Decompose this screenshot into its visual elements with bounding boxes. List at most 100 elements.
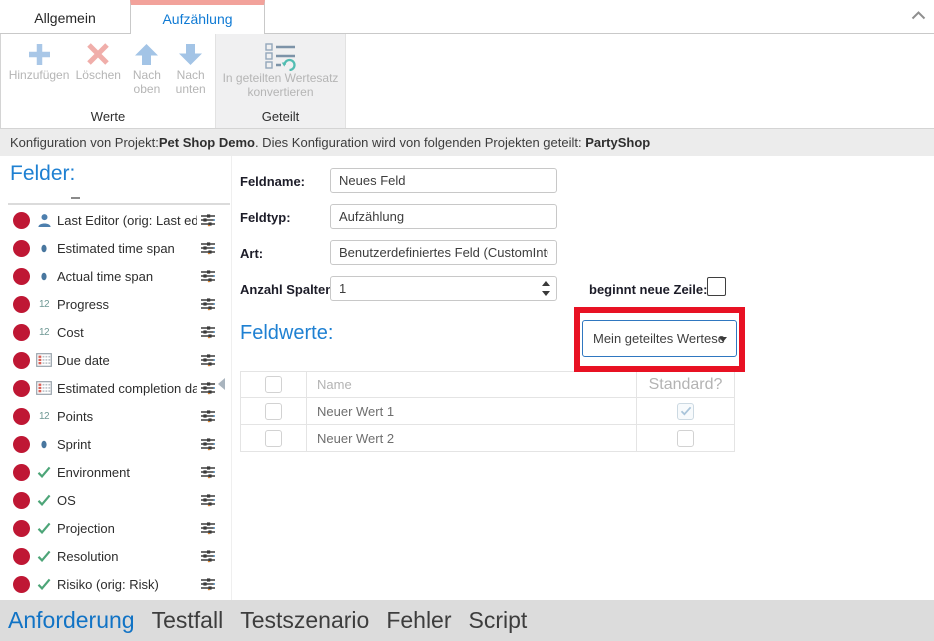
collapse-panel-handle[interactable] xyxy=(218,378,225,390)
ribbon-group-werte: Hinzufügen Löschen Nach oben xyxy=(1,34,216,128)
move-up-button[interactable]: Nach oben xyxy=(127,40,166,96)
group-label-werte: Werte xyxy=(1,109,215,124)
field-options-sliders-icon[interactable] xyxy=(199,296,217,312)
collapse-ribbon-button[interactable] xyxy=(911,7,926,25)
field-options-sliders-icon[interactable] xyxy=(199,380,217,396)
anzahl-spalten-input[interactable] xyxy=(330,276,557,301)
field-options-sliders-icon[interactable] xyxy=(199,240,217,256)
add-button[interactable]: Hinzufügen xyxy=(7,40,71,96)
value-table-row[interactable]: Neuer Wert 1 xyxy=(240,398,735,425)
field-options-sliders-icon[interactable] xyxy=(199,436,217,452)
feldtyp-input[interactable] xyxy=(330,204,557,229)
field-options-sliders-icon[interactable] xyxy=(199,212,217,228)
number-icon: 12 xyxy=(35,299,53,310)
tab-aufzaehlung[interactable]: Aufzählung xyxy=(130,0,265,34)
arrow-up-icon xyxy=(135,40,158,68)
splitter-grip[interactable] xyxy=(71,197,80,199)
convert-shared-valueset-button[interactable]: In geteilten Wertesatz konvertieren xyxy=(216,34,345,99)
ribbon-group-geteilt: In geteilten Wertesatz konvertieren Gete… xyxy=(216,34,346,128)
red-status-dot-icon xyxy=(13,408,30,425)
field-options-sliders-icon[interactable] xyxy=(199,268,217,284)
field-item[interactable]: Due date xyxy=(0,346,231,374)
group-label-geteilt: Geteilt xyxy=(216,109,345,124)
move-up-button-label: Nach oben xyxy=(127,68,166,96)
check-icon xyxy=(35,466,53,478)
field-options-sliders-icon[interactable] xyxy=(199,352,217,368)
field-label: OS xyxy=(57,493,197,508)
bottom-tab-fehler[interactable]: Fehler xyxy=(386,607,451,634)
field-item[interactable]: Last Editor (orig: Last edit xyxy=(0,206,231,234)
field-item[interactable]: Estimated time span xyxy=(0,234,231,262)
select-all-checkbox[interactable] xyxy=(265,376,282,393)
red-status-dot-icon xyxy=(13,352,30,369)
field-item[interactable]: Risiko (orig: Risk) xyxy=(0,570,231,598)
field-item[interactable]: Actual time span xyxy=(0,262,231,290)
art-input[interactable] xyxy=(330,240,557,265)
field-options-sliders-icon[interactable] xyxy=(199,576,217,592)
spinner-up-icon[interactable] xyxy=(542,281,550,286)
number-icon: 12 xyxy=(35,327,53,338)
field-options-sliders-icon[interactable] xyxy=(199,492,217,508)
plus-icon xyxy=(28,40,51,68)
check-icon xyxy=(35,550,53,562)
arrow-down-icon xyxy=(179,40,202,68)
move-down-button[interactable]: Nach unten xyxy=(168,40,213,96)
field-item[interactable]: Resolution xyxy=(0,542,231,570)
standard-checkbox[interactable] xyxy=(677,403,694,420)
spinner-down-icon[interactable] xyxy=(542,291,550,296)
check-icon xyxy=(35,522,53,534)
value-name-cell: Neuer Wert 1 xyxy=(307,398,637,424)
field-item[interactable]: Projection xyxy=(0,514,231,542)
number-icon: 12 xyxy=(35,411,53,422)
config-shared-project-name: PartyShop xyxy=(585,135,650,150)
field-item[interactable]: 12 Points xyxy=(0,402,231,430)
field-item[interactable]: Sprint xyxy=(0,430,231,458)
field-label: Points xyxy=(57,409,197,424)
duration-icon xyxy=(35,439,53,450)
field-label: Due date xyxy=(57,353,197,368)
fields-divider xyxy=(8,203,230,205)
feldtyp-label: Feldtyp: xyxy=(240,210,291,225)
duration-icon xyxy=(35,271,53,282)
field-item[interactable]: 12 Cost xyxy=(0,318,231,346)
red-status-dot-icon xyxy=(13,380,30,397)
shared-valueset-dropdown[interactable]: Mein geteiltes Wertese xyxy=(582,320,737,357)
field-options-sliders-icon[interactable] xyxy=(199,324,217,340)
feldname-input[interactable] xyxy=(330,168,557,193)
field-label: Progress xyxy=(57,297,197,312)
standard-checkbox[interactable] xyxy=(677,430,694,447)
row-select-checkbox[interactable] xyxy=(265,403,282,420)
name-column-header: Name xyxy=(307,372,637,397)
spalten-spinner[interactable] xyxy=(542,281,550,296)
field-item[interactable]: OS xyxy=(0,486,231,514)
value-table-row[interactable]: Neuer Wert 2 xyxy=(240,425,735,452)
red-status-dot-icon xyxy=(13,240,30,257)
art-label: Art: xyxy=(240,246,263,261)
field-label: Cost xyxy=(57,325,197,340)
field-label: Estimated time span xyxy=(57,241,197,256)
bottom-tab-anforderung[interactable]: Anforderung xyxy=(8,607,135,634)
field-label: Projection xyxy=(57,521,197,536)
neue-zeile-checkbox[interactable] xyxy=(707,277,726,296)
field-options-sliders-icon[interactable] xyxy=(199,548,217,564)
field-item[interactable]: 12 Progress xyxy=(0,290,231,318)
field-options-sliders-icon[interactable] xyxy=(199,520,217,536)
field-options-sliders-icon[interactable] xyxy=(199,408,217,424)
delete-button[interactable]: Löschen xyxy=(71,40,125,96)
red-status-dot-icon xyxy=(13,212,30,229)
check-icon xyxy=(35,494,53,506)
chevron-down-icon xyxy=(719,337,727,342)
bottom-tab-script[interactable]: Script xyxy=(469,607,528,634)
delete-button-label: Löschen xyxy=(76,68,121,82)
anzahl-spalten-label: Anzahl Spalten: xyxy=(240,282,338,297)
field-label: Last Editor (orig: Last edit xyxy=(57,213,197,228)
bottom-tab-testfall[interactable]: Testfall xyxy=(152,607,224,634)
field-label: Resolution xyxy=(57,549,197,564)
row-select-checkbox[interactable] xyxy=(265,430,282,447)
shared-valueset-dropdown-value: Mein geteiltes Wertese xyxy=(593,331,725,346)
bottom-tab-testszenario[interactable]: Testszenario xyxy=(240,607,369,634)
field-item[interactable]: Environment xyxy=(0,458,231,486)
field-options-sliders-icon[interactable] xyxy=(199,464,217,480)
field-item[interactable]: Estimated completion dat xyxy=(0,374,231,402)
tab-allgemein[interactable]: Allgemein xyxy=(0,0,130,33)
